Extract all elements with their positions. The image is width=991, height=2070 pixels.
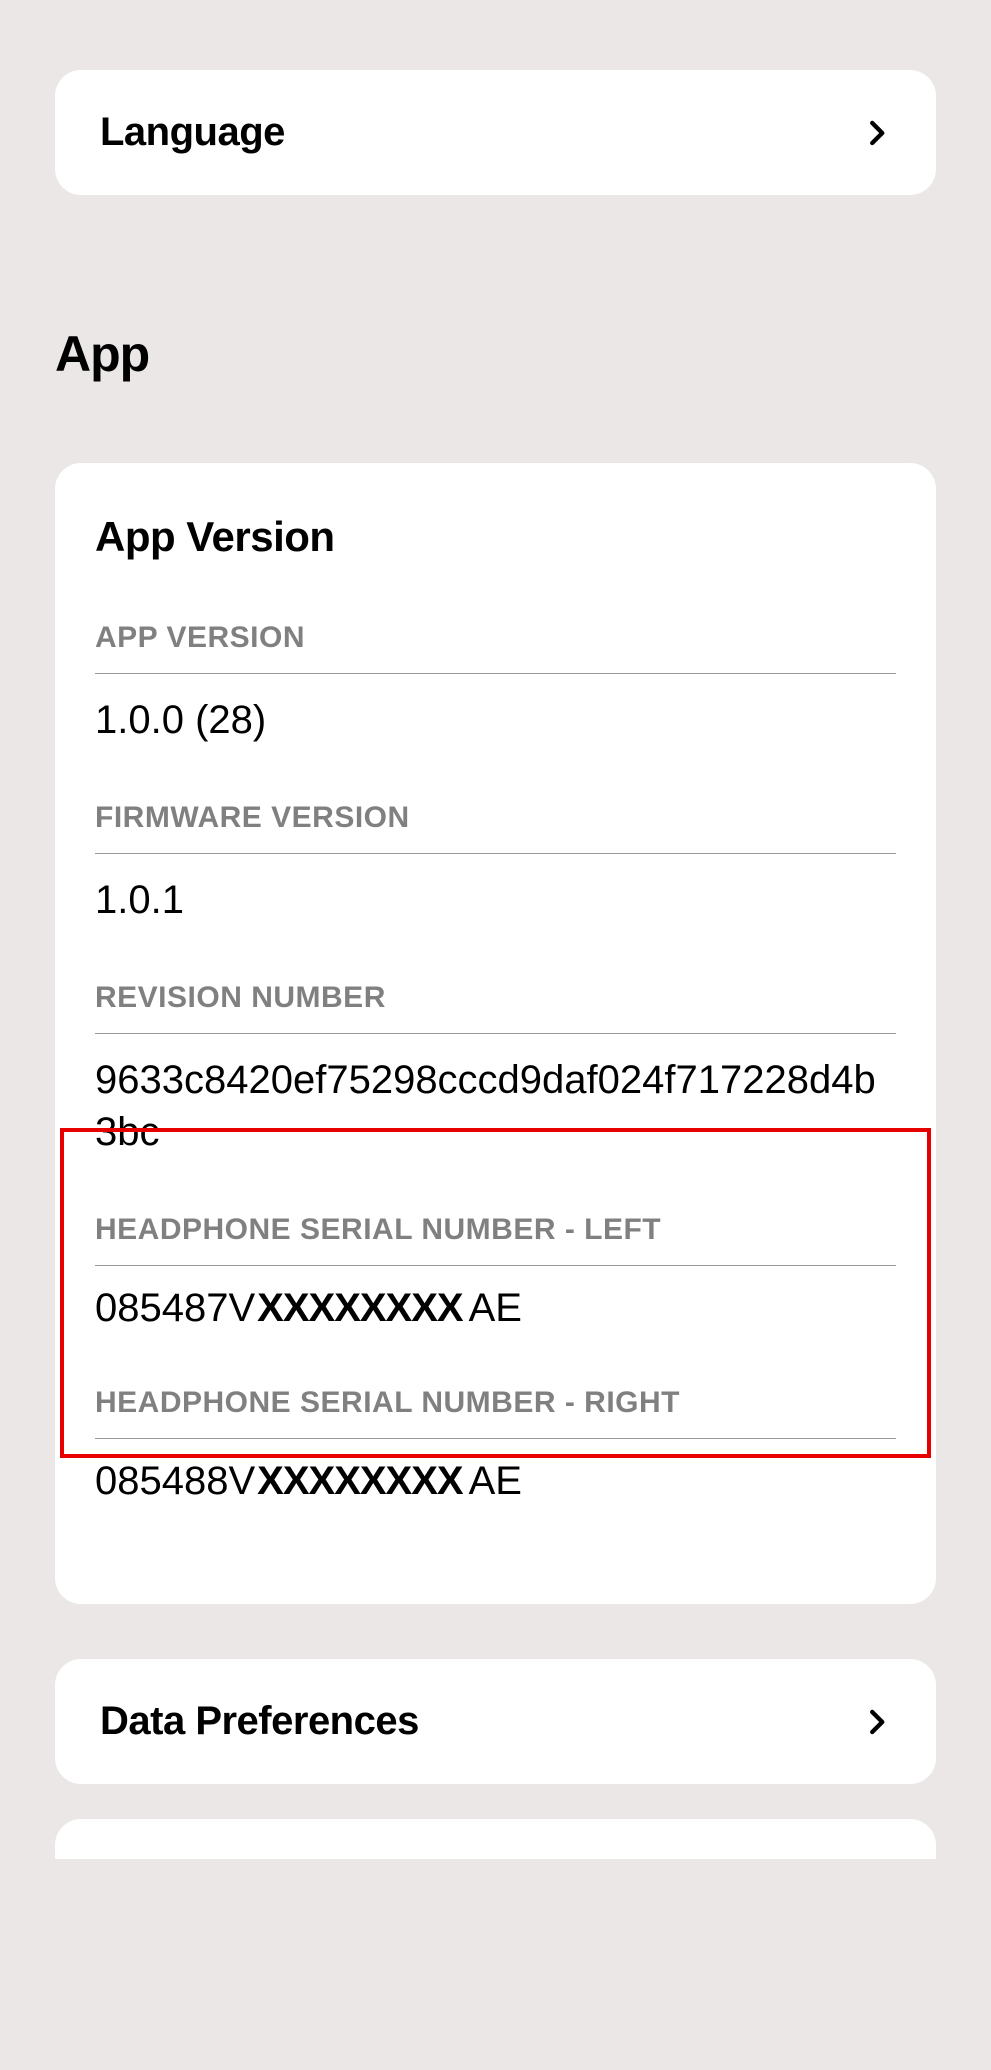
language-label: Language [100, 110, 285, 155]
app-version-title: App Version [95, 513, 896, 561]
data-preferences-label: Data Preferences [100, 1699, 419, 1744]
app-version-value: 1.0.0 (28) [95, 694, 896, 746]
serial-right-block: HEADPHONE SERIAL NUMBER - RIGHT 085488VX… [95, 1386, 896, 1504]
app-version-card: App Version APP VERSION 1.0.0 (28) FIRMW… [55, 463, 936, 1604]
app-section-header: App [55, 325, 936, 383]
divider [95, 1033, 896, 1034]
firmware-version-block: FIRMWARE VERSION 1.0.1 [95, 801, 896, 926]
serial-left-label: HEADPHONE SERIAL NUMBER - LEFT [95, 1213, 896, 1247]
app-version-block: APP VERSION 1.0.0 (28) [95, 621, 896, 746]
firmware-version-value: 1.0.1 [95, 874, 896, 926]
partial-next-row [55, 1819, 936, 1859]
data-preferences-row[interactable]: Data Preferences [55, 1659, 936, 1784]
serial-right-label: HEADPHONE SERIAL NUMBER - RIGHT [95, 1386, 896, 1420]
divider [95, 673, 896, 674]
serial-right-redacted: XXXXXXXX [257, 1459, 462, 1504]
chevron-right-icon [861, 118, 891, 148]
language-row[interactable]: Language [55, 70, 936, 195]
divider [95, 853, 896, 854]
serial-left-value: 085487VXXXXXXXX AE [95, 1286, 896, 1331]
revision-number-value: 9633c8420ef75298cccd9daf024f717228d4b3bc [95, 1054, 896, 1158]
serial-left-block: HEADPHONE SERIAL NUMBER - LEFT 085487VXX… [95, 1213, 896, 1331]
divider [95, 1438, 896, 1439]
serial-left-redacted: XXXXXXXX [257, 1286, 462, 1331]
divider [95, 1265, 896, 1266]
serial-left-prefix: 085487V [95, 1286, 255, 1331]
chevron-right-icon [861, 1707, 891, 1737]
serial-right-value: 085488VXXXXXXXX AE [95, 1459, 896, 1504]
revision-number-block: REVISION NUMBER 9633c8420ef75298cccd9daf… [95, 981, 896, 1158]
serial-right-suffix: AE [469, 1459, 522, 1504]
serial-left-suffix: AE [469, 1286, 522, 1331]
revision-number-label: REVISION NUMBER [95, 981, 896, 1015]
app-version-label: APP VERSION [95, 621, 896, 655]
serial-right-prefix: 085488V [95, 1459, 255, 1504]
firmware-version-label: FIRMWARE VERSION [95, 801, 896, 835]
